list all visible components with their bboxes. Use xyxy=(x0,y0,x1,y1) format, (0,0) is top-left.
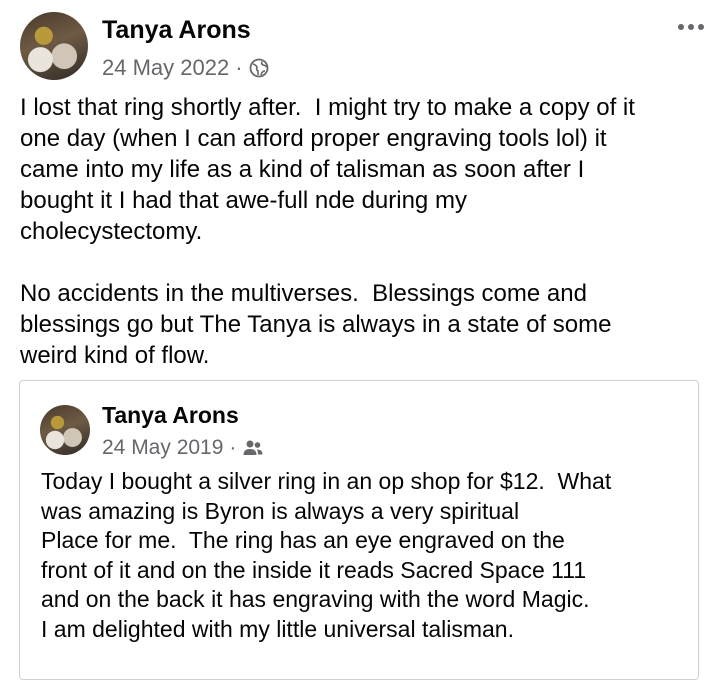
author-name[interactable]: Tanya Arons xyxy=(102,16,251,45)
friends-icon xyxy=(243,440,263,455)
shared-post-date[interactable]: 24 May 2019 xyxy=(102,436,223,460)
more-dot xyxy=(688,24,694,30)
shared-author-avatar[interactable] xyxy=(40,405,90,455)
shared-post-meta: 24 May 2019 · xyxy=(102,436,264,460)
author-avatar[interactable] xyxy=(20,12,88,80)
more-options-icon[interactable] xyxy=(678,24,704,30)
meta-separator: · xyxy=(235,55,243,80)
globe-icon xyxy=(249,58,268,78)
post-body: I lost that ring shortly after. I might … xyxy=(20,94,635,369)
meta-separator: · xyxy=(229,436,237,459)
post-date[interactable]: 24 May 2022 xyxy=(102,55,229,81)
more-dot xyxy=(678,24,684,30)
shared-post-body: Today I bought a silver ring in an op sh… xyxy=(41,468,612,642)
more-dot xyxy=(698,24,704,30)
shared-author-name[interactable]: Tanya Arons xyxy=(102,402,239,429)
facebook-post: Tanya Arons 24 May 2022 · I lost that ri… xyxy=(0,0,720,680)
post-meta: 24 May 2022 · xyxy=(102,55,269,81)
